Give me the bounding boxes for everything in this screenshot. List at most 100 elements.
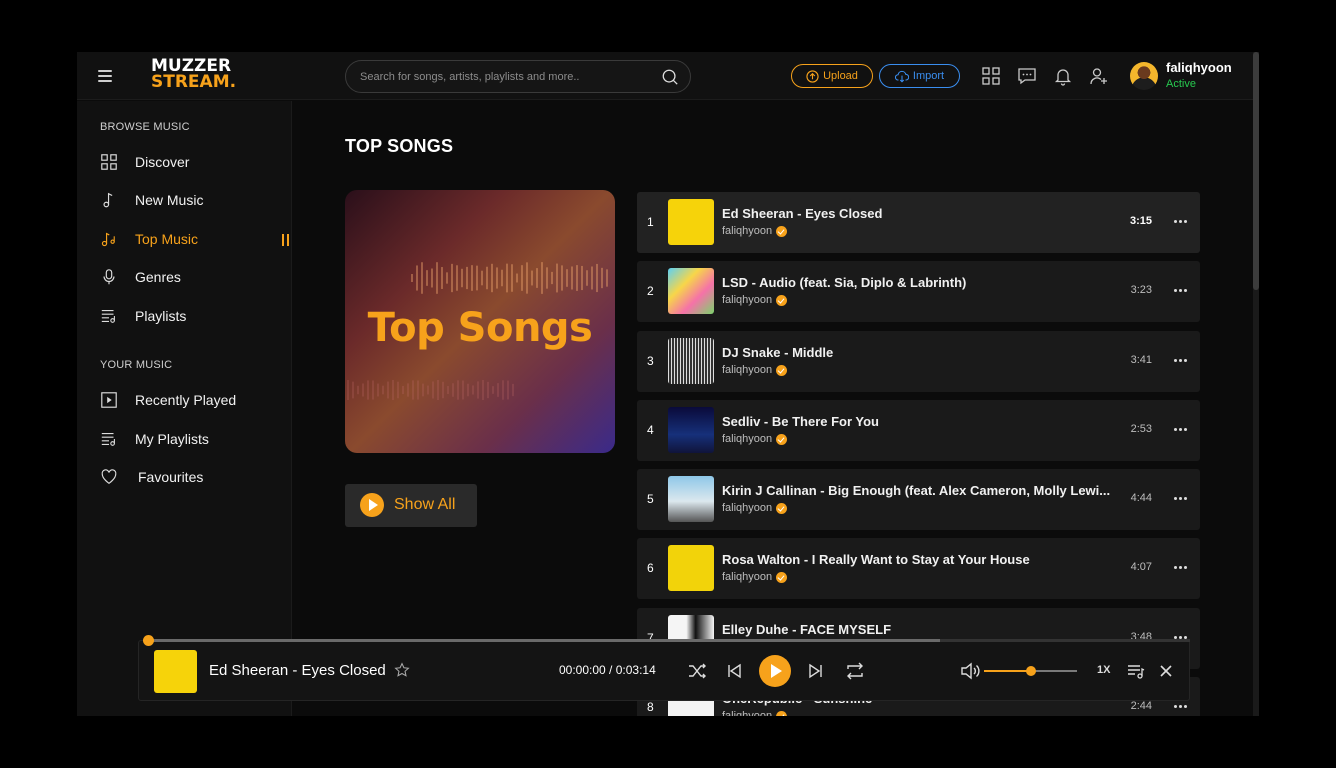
sidebar-item-label: Top Music (135, 231, 199, 247)
track-artist[interactable]: faliqhyoon (722, 225, 772, 237)
sidebar-item-label: Recently Played (135, 392, 237, 408)
waveform-bar (606, 269, 608, 287)
add-user-icon[interactable] (1089, 66, 1109, 86)
volume-handle[interactable] (1025, 666, 1036, 676)
verified-icon (776, 433, 788, 445)
scrollbar-thumb[interactable] (1253, 52, 1259, 290)
waveform-bar (472, 385, 474, 395)
sidebar-item-my-playlists[interactable]: My Playlists (99, 425, 289, 453)
track-artist[interactable]: faliqhyoon (722, 571, 772, 583)
play-button[interactable] (759, 655, 791, 687)
table-row[interactable]: 4 Sedliv - Be There For You faliqhyoon 2… (637, 400, 1200, 461)
sidebar-item-new-music[interactable]: New Music (99, 186, 289, 214)
music-player: Ed Sheeran - Eyes Closed 00:00:00 / 0:03… (138, 640, 1190, 701)
sidebar-item-recently-played[interactable]: Recently Played (99, 386, 289, 414)
more-options-icon[interactable] (1174, 560, 1190, 574)
shuffle-icon[interactable] (686, 660, 708, 682)
waveform-bar (591, 266, 593, 290)
cover-title: Top Songs (367, 305, 593, 351)
waveform-bar (446, 272, 448, 284)
album-art (668, 268, 714, 314)
table-row[interactable]: 1 Ed Sheeran - Eyes Closed faliqhyoon 3:… (637, 192, 1200, 253)
waveform-bar (392, 380, 394, 400)
album-art (668, 199, 714, 245)
more-options-icon[interactable] (1174, 422, 1190, 436)
verified-icon (776, 571, 788, 583)
waveform-bar (422, 383, 424, 397)
sidebar-item-playlists[interactable]: Playlists (99, 302, 289, 330)
playback-speed[interactable]: 1X (1097, 664, 1110, 676)
waveform-bar (432, 381, 434, 399)
waveform-bar (421, 262, 423, 294)
sidebar-item-favourites[interactable]: Favourites (99, 463, 289, 491)
sidebar-item-top-music[interactable]: Top Music (99, 225, 289, 253)
track-artist[interactable]: faliqhyoon (722, 364, 772, 376)
progress-handle[interactable] (143, 635, 154, 646)
track-title: Rosa Walton - I Really Want to Stay at Y… (722, 552, 1030, 567)
waveform-bar (516, 273, 518, 283)
waveform-bar (456, 265, 458, 291)
menu-icon[interactable] (98, 70, 112, 82)
playlist-icon (101, 310, 115, 323)
track-duration: 4:44 (1130, 492, 1152, 504)
now-playing-art (154, 650, 197, 693)
star-icon[interactable] (394, 662, 410, 678)
track-artist[interactable]: faliqhyoon (722, 710, 772, 716)
import-button[interactable]: Import (879, 64, 960, 88)
previous-icon[interactable] (723, 660, 745, 682)
playback-time: 00:00:00 / 0:03:14 (559, 663, 656, 677)
more-options-icon[interactable] (1174, 283, 1190, 297)
track-artist[interactable]: faliqhyoon (722, 294, 772, 306)
playlist-icon (101, 433, 115, 446)
verified-icon (776, 710, 788, 716)
volume-icon[interactable] (959, 660, 981, 682)
waveform-bar (347, 380, 349, 400)
more-options-icon[interactable] (1174, 699, 1190, 713)
progress-bar[interactable] (148, 639, 1190, 642)
track-artist[interactable]: faliqhyoon (722, 502, 772, 514)
more-options-icon[interactable] (1174, 353, 1190, 367)
upload-button[interactable]: Upload (791, 64, 873, 88)
scrollbar[interactable] (1253, 52, 1259, 716)
album-art (668, 338, 714, 384)
sidebar-item-discover[interactable]: Discover (99, 148, 289, 176)
more-options-icon[interactable] (1174, 214, 1190, 228)
show-all-button[interactable]: Show All (345, 484, 477, 527)
table-row[interactable]: 2 LSD - Audio (feat. Sia, Diplo & Labrin… (637, 261, 1200, 322)
waveform-bar (506, 263, 508, 293)
track-artist[interactable]: faliqhyoon (722, 433, 772, 445)
avatar[interactable] (1130, 62, 1158, 90)
verified-icon (776, 225, 788, 237)
music-note-icon (103, 192, 113, 208)
search-icon[interactable] (661, 68, 679, 86)
album-art (668, 545, 714, 591)
waveform-bar (382, 385, 384, 395)
bell-icon[interactable] (1053, 66, 1073, 86)
top-songs-cover[interactable]: Top Songs (345, 190, 615, 453)
volume-fill (984, 670, 1031, 672)
sidebar-item-label: Playlists (135, 308, 187, 324)
track-number: 8 (647, 700, 654, 714)
table-row[interactable]: 3 DJ Snake - Middle faliqhyoon 3:41 (637, 331, 1200, 392)
cloud-download-icon (894, 70, 909, 82)
table-row[interactable]: 6 Rosa Walton - I Really Want to Stay at… (637, 538, 1200, 599)
logo[interactable]: MUZZER STREAM. (151, 58, 236, 91)
waveform-bar (541, 262, 543, 294)
waveform-bar (556, 263, 558, 293)
sidebar-item-label: New Music (135, 192, 204, 208)
show-all-label: Show All (394, 496, 456, 513)
next-icon[interactable] (805, 660, 827, 682)
sidebar-item-label: My Playlists (135, 431, 209, 447)
close-icon[interactable] (1155, 660, 1177, 682)
more-options-icon[interactable] (1174, 491, 1190, 505)
search-input[interactable] (360, 61, 650, 92)
repeat-icon[interactable] (844, 660, 866, 682)
table-row[interactable]: 5 Kirin J Callinan - Big Enough (feat. A… (637, 469, 1200, 530)
sidebar-item-genres[interactable]: Genres (99, 263, 289, 291)
queue-icon[interactable] (1125, 660, 1147, 682)
waveform-bar (576, 265, 578, 291)
grid-icon[interactable] (981, 66, 1001, 86)
message-icon[interactable] (1017, 66, 1037, 86)
waveform-bar (502, 380, 504, 400)
user-name[interactable]: faliqhyoon (1166, 60, 1232, 75)
